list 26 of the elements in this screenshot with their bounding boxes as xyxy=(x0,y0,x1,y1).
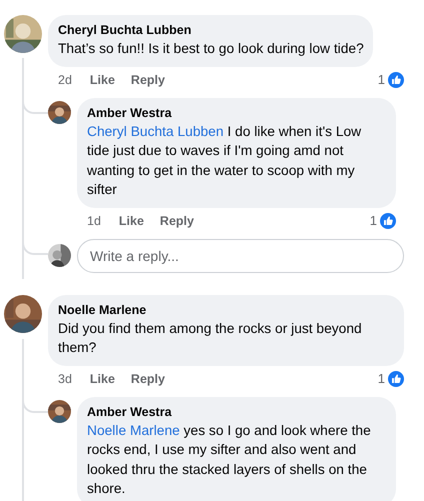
comment-text: Did you find them among the rocks or just beyond them? xyxy=(58,320,363,357)
like-link[interactable]: Like xyxy=(90,72,115,86)
reply-input-field[interactable]: Write a reply... xyxy=(77,238,404,272)
reply-link[interactable]: Reply xyxy=(130,72,165,86)
mention-link[interactable]: Cheryl Buchta Lubben xyxy=(87,124,224,138)
reply-link[interactable]: Reply xyxy=(130,372,165,386)
reply-text: Noelle Marlene yes so I go and look where the rocks end, I use my sifter and also went and looked thru the stacked layers of shells on the shore. xyxy=(87,422,372,498)
author-name[interactable]: Amber Westra xyxy=(87,404,387,420)
like-link[interactable]: Like xyxy=(118,214,144,228)
author-name[interactable]: Noelle Marlene xyxy=(58,302,395,318)
reaction-count: 1 xyxy=(378,371,385,386)
thumbs-up-icon xyxy=(388,72,404,88)
like-link[interactable]: Like xyxy=(90,372,115,386)
author-name[interactable]: Cheryl Buchta Lubben xyxy=(58,22,364,39)
timestamp: 1d xyxy=(87,214,101,228)
timestamp: 2d xyxy=(58,72,72,86)
timestamp: 3d xyxy=(58,372,72,386)
thumbs-up-icon xyxy=(380,212,396,228)
author-name[interactable]: Amber Westra xyxy=(87,104,387,122)
reaction-count: 1 xyxy=(370,213,377,228)
thumbs-up-icon xyxy=(388,370,404,386)
reply-link[interactable]: Reply xyxy=(160,214,194,228)
comment-text: That’s so fun!! Is it best to go look during low tide? xyxy=(58,40,364,58)
reaction-count: 1 xyxy=(378,72,385,87)
reply-text: Cheryl Buchta Lubben I do like when it's Low tide just due to waves if I'm going amd not wanting to get in the water to scoop with my sifter xyxy=(87,122,362,199)
mention-link[interactable]: Noelle Marlene xyxy=(87,422,180,438)
